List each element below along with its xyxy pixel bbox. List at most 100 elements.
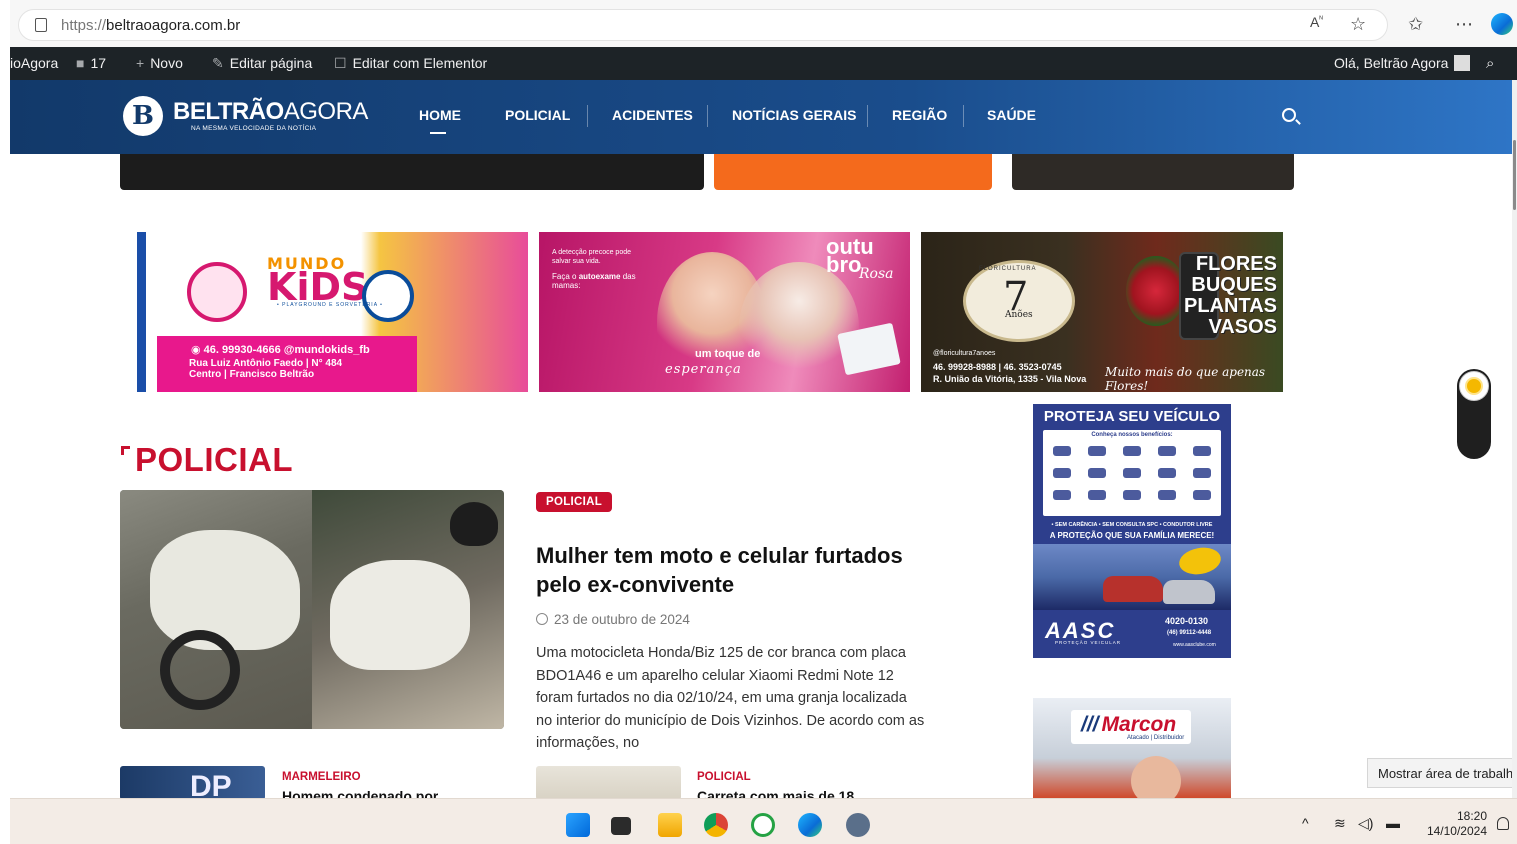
- edge-icon[interactable]: [798, 813, 822, 837]
- nav-divider: [707, 105, 708, 127]
- favorite-star-icon[interactable]: ☆: [1350, 14, 1366, 35]
- nav-saude[interactable]: SAÚDE: [987, 107, 1036, 123]
- category-badge[interactable]: POLICIAL: [536, 492, 613, 512]
- floricultura-products: FLORES BUQUES PLANTAS VASOS: [1184, 253, 1277, 338]
- section-title: POLICIAL: [135, 441, 293, 478]
- banner-tagline: um toque de: [695, 348, 761, 360]
- floricultura-address: R. União da Vitória, 1335 - Vila Nova: [933, 374, 1087, 384]
- top-post-tile[interactable]: [714, 154, 992, 190]
- battery-icon[interactable]: ▬: [1386, 815, 1400, 831]
- nav-active-indicator: [430, 132, 446, 134]
- settings-icon[interactable]: [846, 813, 870, 837]
- motorcycle-photo: [330, 560, 470, 670]
- kid-face-icon: [362, 270, 414, 322]
- notification-bell-icon[interactable]: [1497, 817, 1509, 830]
- ad-headline: PROTEJA SEU VEÍCULO: [1043, 408, 1221, 425]
- read-aloud-icon[interactable]: Aᴺ: [1310, 14, 1323, 30]
- adminbar-site-name[interactable]: ioAgora: [10, 55, 58, 71]
- header-search-icon[interactable]: [1282, 108, 1296, 122]
- adminbar-new[interactable]: + Novo: [136, 55, 183, 71]
- lock-icon[interactable]: [35, 18, 47, 32]
- adminbar-account[interactable]: Olá, Beltrão Agora: [1334, 55, 1471, 71]
- nav-divider: [867, 105, 868, 127]
- banner-text: A detecção precoce pode salvar sua vida.: [552, 249, 632, 265]
- list-item-thumbnail[interactable]: [536, 766, 681, 800]
- wifi-icon[interactable]: ≋: [1334, 815, 1346, 832]
- nav-regiao[interactable]: REGIÃO: [892, 107, 947, 123]
- theme-toggle-widget[interactable]: [1457, 369, 1491, 459]
- sun-icon[interactable]: [1459, 371, 1489, 401]
- adminbar-elementor[interactable]: ☐ Editar com Elementor: [334, 55, 487, 72]
- marcon-ad[interactable]: ///Marcon Atacado | Distribuidor: [1033, 698, 1231, 798]
- helmet-photo: [450, 502, 498, 546]
- featured-article-title[interactable]: Mulher tem moto e celular furtados pelo …: [536, 541, 916, 599]
- mundo-kids-phone: ◉ 46. 99930-4666 @mundokids_fb: [191, 344, 370, 356]
- floricultura-banner[interactable]: FLORICULTURA 7 Anões FLORES BUQUES PLANT…: [921, 232, 1283, 392]
- avatar: [1454, 55, 1471, 71]
- featured-article-date: 23 de outubro de 2024: [536, 612, 690, 627]
- logo-mark-icon: B: [123, 96, 163, 136]
- ad-phone: 4020-0130: [1165, 616, 1209, 626]
- ad-person-photo: [1131, 756, 1181, 798]
- aasc-ad[interactable]: PROTEJA SEU VEÍCULO Conheça nossos benef…: [1033, 404, 1231, 658]
- copilot-icon[interactable]: [1491, 13, 1513, 35]
- banner-tagline-script: esperança: [665, 362, 742, 377]
- logo-name-thin: AGORA: [283, 98, 369, 125]
- outubro-rosa-script: Rosa: [859, 266, 894, 282]
- whatsapp-icon: ◉: [191, 344, 201, 356]
- browser-toolbar: https://beltraoagora.com.br Aᴺ ☆ ✩ ⋯: [10, 0, 1517, 47]
- floricultura-phones: 46. 99928-8988 | 46. 3523-0745: [933, 362, 1062, 372]
- banner-photo: [739, 262, 859, 392]
- mundo-kids-address: Rua Luiz Antônio Faedo | N° 484 Centro | …: [189, 358, 343, 380]
- nav-home[interactable]: HOME: [419, 107, 461, 123]
- chevron-up-icon[interactable]: ^: [1302, 815, 1309, 831]
- motorcycle-photo: [150, 530, 300, 650]
- list-item-category[interactable]: POLICIAL: [697, 771, 751, 783]
- kid-face-icon: [187, 262, 247, 322]
- outubro-rosa-banner[interactable]: A detecção precoce pode salvar sua vida.…: [539, 232, 910, 392]
- ad-benefits-panel: Conheça nossos benefícios:: [1043, 430, 1221, 516]
- chrome-icon[interactable]: [704, 813, 728, 837]
- ad-whatsapp: (46) 99112-4448: [1167, 630, 1212, 636]
- top-post-tile[interactable]: [1012, 154, 1294, 190]
- address-bar[interactable]: https://beltraoagora.com.br: [18, 9, 1388, 41]
- adminbar-edit-page[interactable]: ✎ Editar página: [212, 55, 312, 72]
- featured-article-excerpt: Uma motocicleta Honda/Biz 125 de cor bra…: [536, 645, 925, 751]
- adminbar-comments[interactable]: ■ 17: [76, 55, 106, 71]
- adminbar-search-icon[interactable]: ⌕: [1486, 55, 1494, 72]
- nav-policial[interactable]: POLICIAL: [505, 107, 570, 123]
- pencil-icon: ✎: [212, 55, 224, 71]
- mundo-kids-logo: MUNDO KiDS: [267, 254, 369, 309]
- car-image: [1163, 580, 1215, 604]
- logo-tagline: NA MESMA VELOCIDADE DA NOTÍCIA: [191, 125, 317, 132]
- windows-start-icon[interactable]: [566, 813, 590, 837]
- banner-text: Faça o autoexame das mamas:: [552, 272, 636, 290]
- nav-noticias-gerais[interactable]: NOTÍCIAS GERAIS: [732, 107, 856, 123]
- car-image: [1103, 576, 1163, 602]
- url-text[interactable]: https://beltraoagora.com.br: [61, 17, 240, 34]
- section-title-accent: [121, 446, 130, 455]
- benefit-icons: [1053, 468, 1211, 478]
- task-view-icon[interactable]: [611, 817, 631, 835]
- nav-acidentes[interactable]: ACIDENTES: [612, 107, 693, 123]
- top-post-tile[interactable]: [120, 154, 704, 190]
- show-desktop-tooltip: Mostrar área de trabalho: [1367, 758, 1517, 788]
- volume-icon[interactable]: ◁): [1358, 815, 1373, 832]
- mundo-kids-banner[interactable]: MUNDO KiDS • PLAYGROUND E SORVETERIA • ◉ …: [157, 232, 528, 392]
- elementor-icon: ☐: [334, 55, 347, 71]
- list-item-thumbnail[interactable]: DP: [120, 766, 265, 800]
- more-icon[interactable]: ⋯: [1455, 14, 1473, 35]
- file-explorer-icon[interactable]: [658, 813, 682, 837]
- floricultura-slogan: Muito mais do que apenas Flores!: [1105, 365, 1266, 392]
- windows-taskbar: ^ ≋ ◁) ▬ 18:20 14/10/2024: [10, 798, 1517, 844]
- clock-icon: [536, 613, 548, 625]
- featured-article-image[interactable]: [120, 490, 504, 729]
- taskbar-clock[interactable]: 18:20 14/10/2024: [1427, 809, 1487, 839]
- favorites-list-icon[interactable]: ✩: [1408, 14, 1423, 35]
- logo-name-bold: BELTRÃO: [173, 98, 284, 125]
- list-item-category[interactable]: MARMELEIRO: [282, 771, 361, 783]
- scrollbar-thumb[interactable]: [1513, 140, 1516, 210]
- benefit-icons: [1053, 490, 1211, 500]
- whatsapp-icon[interactable]: [751, 813, 775, 837]
- flower-bouquet-image: [1126, 256, 1186, 326]
